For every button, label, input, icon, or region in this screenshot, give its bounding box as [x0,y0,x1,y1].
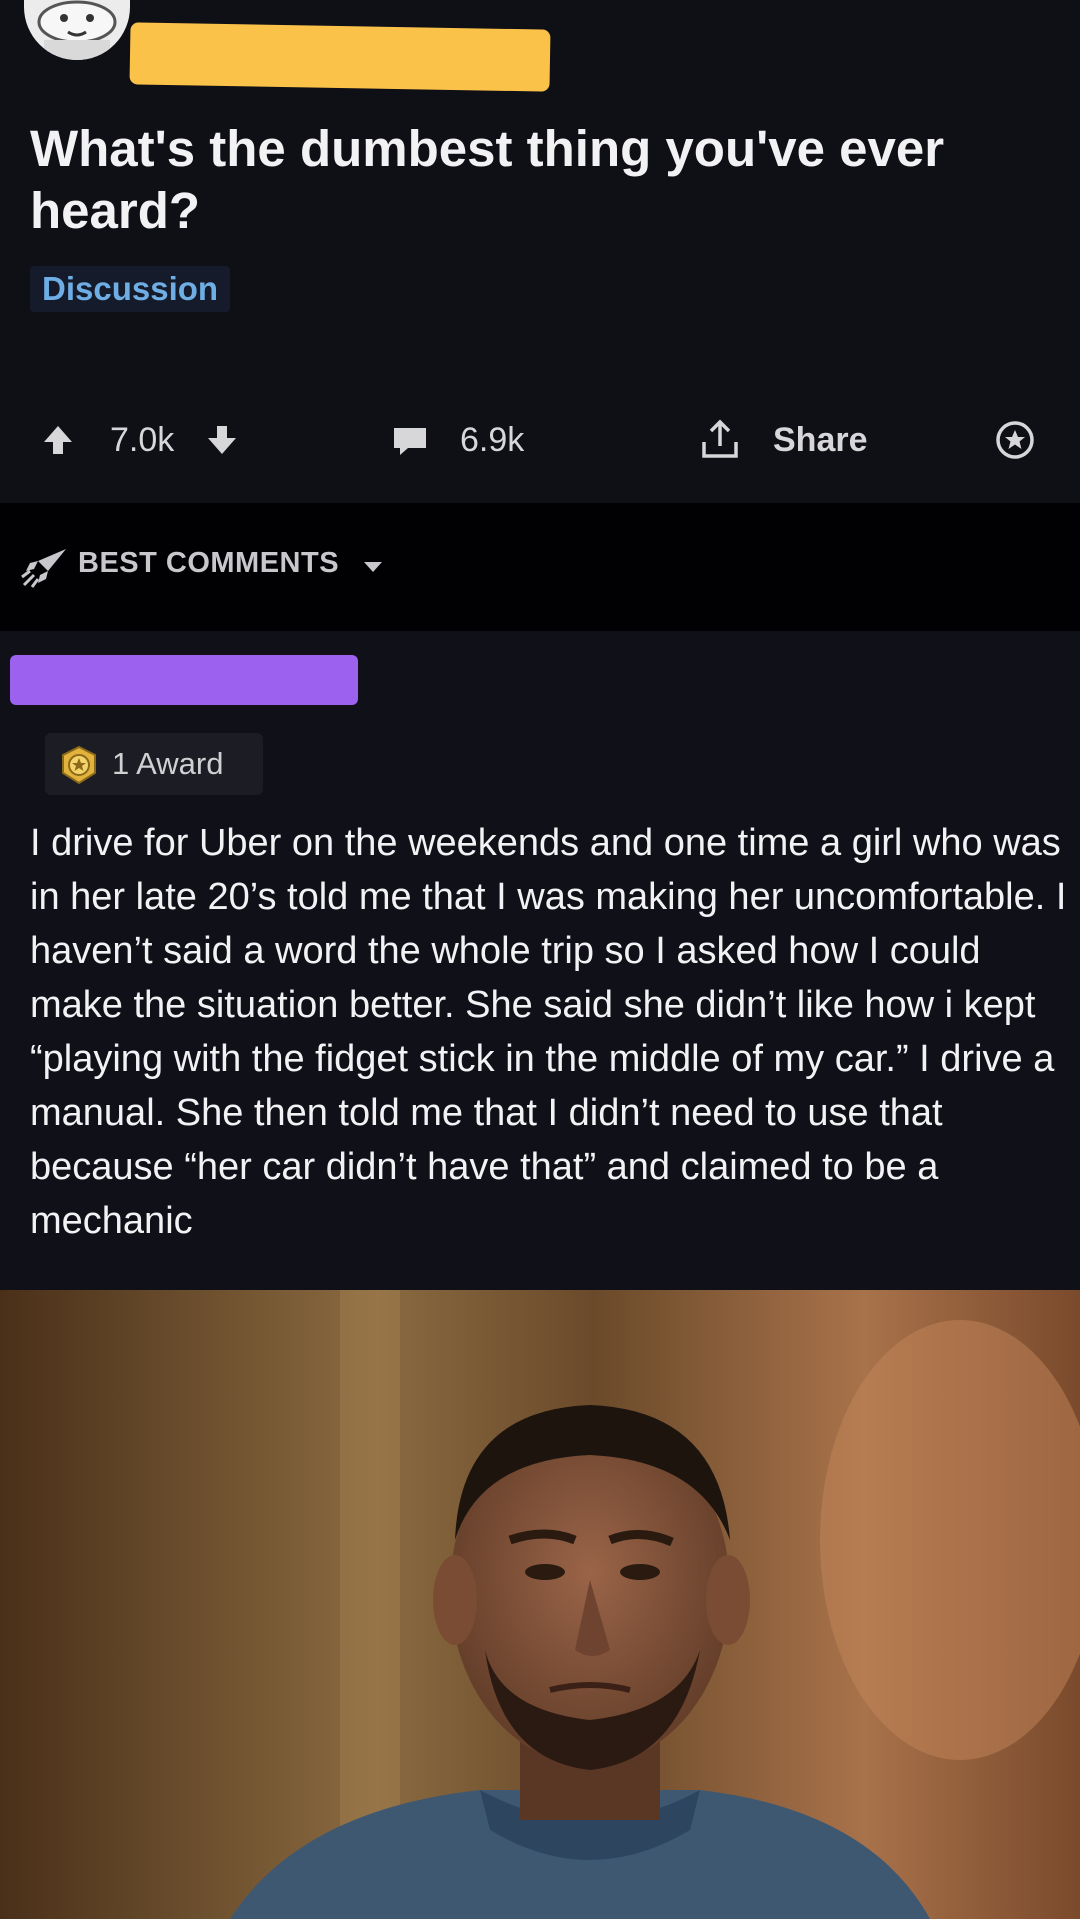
upvote-button[interactable] [40,410,76,470]
post-card: What's the dumbest thing you've ever hea… [0,0,1080,503]
comments-button[interactable] [390,410,430,470]
rocket-icon [21,549,66,588]
share-icon-button[interactable] [698,410,742,470]
downvote-button[interactable] [204,410,240,470]
avatar[interactable] [24,0,130,60]
commenter-redaction [10,655,358,705]
upvote-icon [44,426,72,454]
vote-score: 7.0k [110,420,175,459]
post-flair[interactable]: Discussion [30,266,231,312]
share-icon [702,419,738,458]
downvote-icon [208,426,236,454]
give-award-button[interactable] [994,410,1036,470]
reaction-photo [0,1290,1080,1919]
comment-icon [394,428,426,455]
caret-down-icon[interactable] [362,560,384,574]
award-icon [996,421,1034,459]
sort-dropdown[interactable]: BEST COMMENTS [78,547,339,580]
share-button[interactable]: Share [773,410,868,470]
post-title[interactable]: What's the dumbest thing you've ever hea… [30,118,1030,242]
comment-count: 6.9k [460,420,525,459]
gold-award-icon [62,745,96,785]
post-action-bar: 7.0k 6.9k Share [0,410,1080,470]
comment-body: I drive for Uber on the weekends and one… [30,822,1067,1242]
award-label: 1 Award [112,746,224,781]
username-redaction [129,22,551,92]
